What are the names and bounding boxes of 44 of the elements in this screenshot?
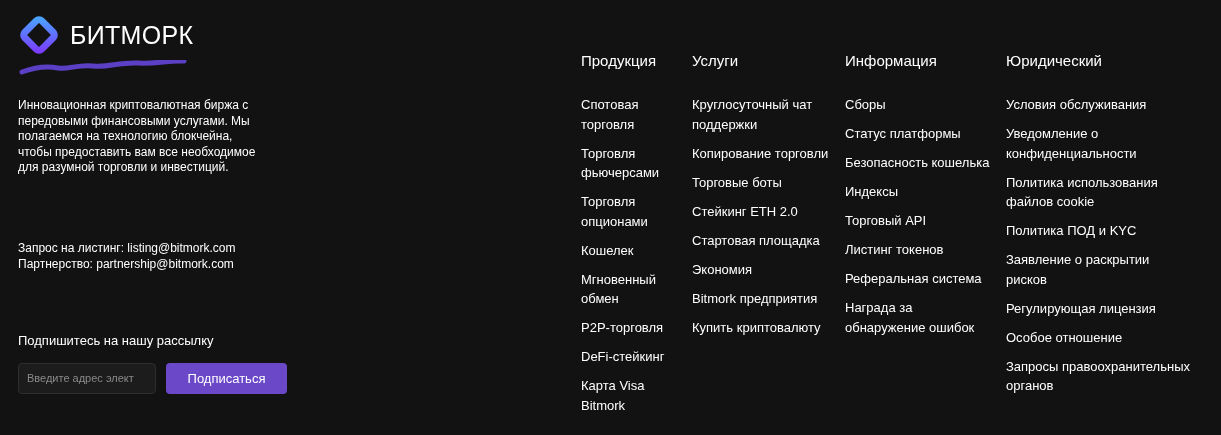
brand-name: БИТМОРК (70, 20, 194, 50)
footer-link[interactable]: Копирование торговли (692, 143, 835, 163)
description-text: Инновационная криптовалютная биржа с передовыми финансовыми услугами. Мы полагаемся на технологию блокчейна, чтобы предоставить вам все необходимое для разумной торговли и инвестиций. (18, 98, 257, 176)
logo-icon (18, 14, 60, 56)
footer-link[interactable]: Круглосуточный чат поддержки (692, 95, 835, 134)
footer-link[interactable]: Bitmork предприятия (692, 288, 835, 308)
footer-link[interactable]: Уведомление о конфиденциальности (1006, 124, 1192, 163)
footer-link[interactable]: Карта Visa Bitmork (581, 376, 682, 415)
footer-link[interactable]: Мгновенный обмен (581, 269, 682, 309)
footer-link[interactable]: Безопасность кошелька (845, 153, 996, 173)
footer-link[interactable]: Заявление о раскрытии рисков (1006, 250, 1192, 289)
column-heading: Информация (845, 52, 938, 69)
footer-link[interactable]: Экономия (692, 259, 835, 279)
subscribe-button[interactable]: Подписаться (166, 362, 287, 394)
footer-link[interactable]: P2P-торговля (581, 318, 682, 338)
footer-link[interactable]: Реферальная система (845, 269, 996, 289)
column-heading: Услуги (692, 52, 740, 69)
newsletter-title: Подпишитесь на нашу рассылку (18, 332, 215, 348)
column-heading: Продукция (581, 52, 658, 69)
footer-link[interactable]: Кошелек (581, 240, 682, 260)
footer-link[interactable]: Политика ПОД и KYC (1006, 221, 1192, 241)
footer-link[interactable]: Политика использования файлов cookie (1006, 172, 1192, 212)
column-heading: Юридический (1006, 52, 1103, 69)
footer-link[interactable]: Индексы (845, 182, 996, 202)
footer-link[interactable]: Запросы правоохранительных органов (1006, 356, 1192, 396)
contact-text: Запрос на листинг: listing@bitmork.com (18, 239, 237, 256)
footer-link[interactable]: Листинг токенов (845, 240, 996, 260)
footer-link[interactable]: Купить криптовалюту (692, 317, 835, 337)
footer-link[interactable]: Торговля фьючерсами (581, 143, 682, 183)
email-field[interactable]: Введите адрес элект (18, 362, 156, 394)
footer-link[interactable]: Статус платформы (845, 124, 996, 144)
footer-link[interactable]: Стартовая площадка (692, 230, 835, 250)
footer-link[interactable]: Регулирующая лицензия (1006, 298, 1192, 318)
footer-link[interactable]: Условия обслуживания (1006, 95, 1192, 115)
footer-link[interactable]: Торговые боты (692, 172, 835, 192)
footer-link[interactable]: Сборы (845, 95, 996, 115)
footer-link[interactable]: Стейкинг ETH 2.0 (692, 201, 835, 221)
footer-link[interactable]: Награда за обнаружение ошибок (845, 298, 996, 337)
footer-link[interactable]: DeFi-стейкинг (581, 347, 682, 367)
footer-link[interactable]: Спотовая торговля (581, 95, 682, 134)
footer-link[interactable]: Особое отношение (1006, 327, 1192, 347)
footer-link[interactable]: Торговля опционами (581, 192, 682, 231)
footer-link[interactable]: Торговый API (845, 211, 996, 231)
contact-text: Партнерство: partnership@bitmork.com (18, 255, 235, 272)
